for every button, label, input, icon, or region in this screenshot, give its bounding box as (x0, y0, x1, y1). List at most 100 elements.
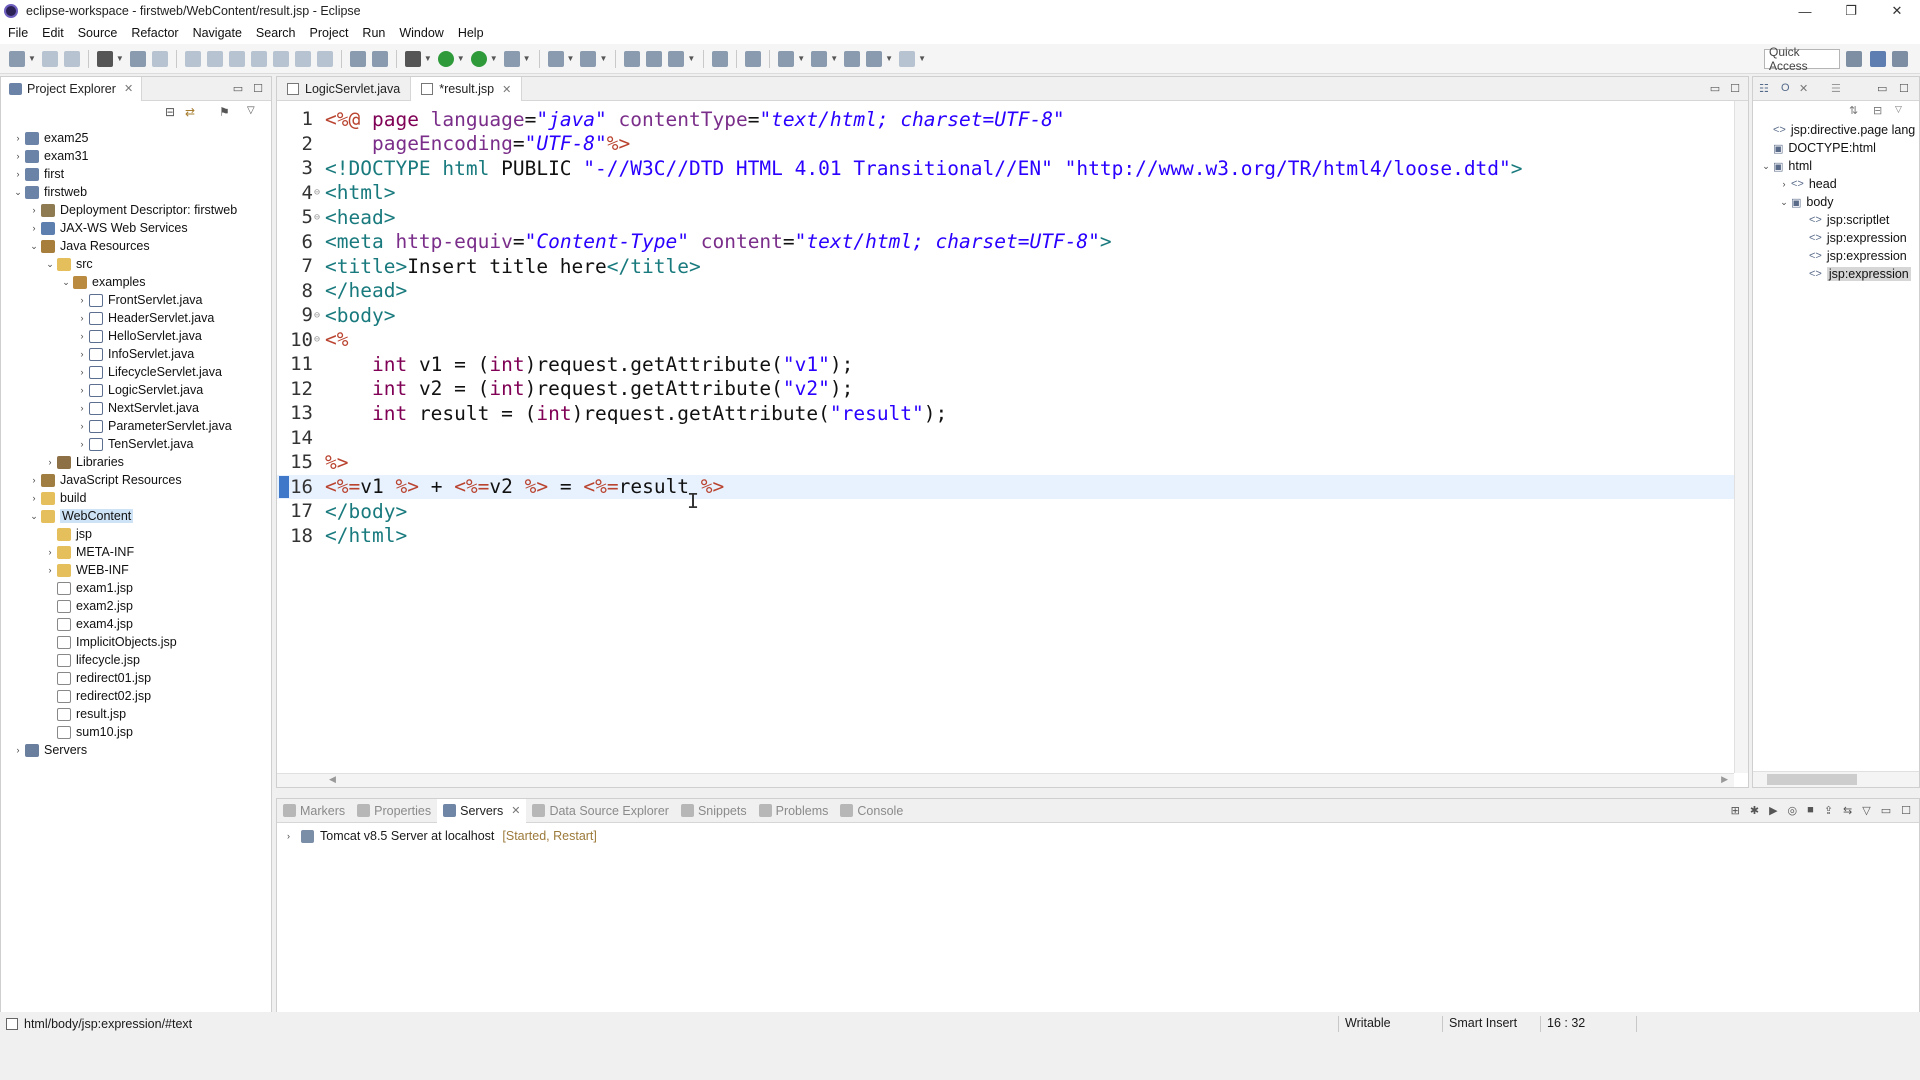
collapse-all-icon[interactable]: ⊟ (165, 105, 175, 119)
maximize-icon[interactable]: ☐ (1899, 82, 1909, 95)
tree-item[interactable]: exam2.jsp (1, 597, 271, 615)
toggle-mark-occurrences-icon[interactable] (745, 50, 762, 67)
fold-icon[interactable]: ⊖ (313, 310, 321, 321)
chevron-down-icon[interactable]: ⌄ (59, 277, 73, 288)
scrollbar-thumb[interactable] (1767, 774, 1857, 785)
coverage-icon[interactable] (503, 50, 520, 67)
resume-icon[interactable] (184, 50, 201, 67)
chevron-down-icon[interactable]: ⌄ (27, 511, 41, 522)
open-task-icon[interactable] (646, 50, 663, 67)
tree-item[interactable]: › FrontServlet.java (1, 291, 271, 309)
outline-item[interactable]: <> jsp:directive.page lang (1753, 121, 1919, 139)
scroll-left-icon[interactable]: ◀ (329, 774, 336, 785)
new-server-icon[interactable] (547, 50, 564, 67)
menu-navigate[interactable]: Navigate (193, 26, 242, 40)
chevron-right-icon[interactable]: › (11, 745, 25, 755)
chevron-right-icon[interactable]: › (43, 547, 57, 557)
filter-icon[interactable]: ⚑ (219, 105, 230, 119)
code-line[interactable]: 6 <meta http-equiv="Content-Type" content… (277, 230, 1734, 254)
tab-markers[interactable]: Markers (277, 799, 351, 823)
view-menu-icon[interactable]: ▽ (247, 105, 255, 116)
minimize-icon[interactable]: ▭ (1881, 804, 1891, 817)
tab-result-jsp[interactable]: *result.jsp ✕ (411, 77, 523, 101)
server-row[interactable]: › Tomcat v8.5 Server at localhost [Start… (287, 829, 597, 843)
code-line[interactable]: 15 %> (277, 450, 1734, 474)
step-return-icon[interactable] (316, 50, 333, 67)
chevron-down-icon[interactable]: ▼ (797, 54, 805, 63)
chevron-right-icon[interactable]: › (43, 457, 57, 467)
tree-item[interactable]: ⌄ Java Resources (1, 237, 271, 255)
tree-item[interactable]: › NextServlet.java (1, 399, 271, 417)
code-line[interactable]: 12 int v2 = (int)request.getAttribute("v… (277, 377, 1734, 401)
tree-item[interactable]: › Servers (1, 741, 271, 759)
chevron-down-icon[interactable]: ▼ (567, 54, 575, 63)
new-server-icon[interactable]: ⊞ (1731, 804, 1740, 817)
outline-item[interactable]: <> jsp:scriptlet (1753, 211, 1919, 229)
view-menu-icon[interactable]: ▽ (1895, 104, 1902, 115)
profile-server-icon[interactable]: ◎ (1788, 804, 1798, 817)
disconnect-icon[interactable]: ⇆ (1843, 804, 1852, 817)
close-icon[interactable]: ✕ (124, 82, 133, 95)
chevron-down-icon[interactable]: ⌄ (11, 187, 25, 198)
tree-item[interactable]: › first (1, 165, 271, 183)
run-last-tool-icon[interactable] (470, 50, 487, 67)
editor-horizontal-scrollbar[interactable]: ◀ ▶ (277, 773, 1734, 787)
collapse-all-icon[interactable]: ⊟ (1873, 104, 1882, 117)
code-line[interactable]: 1 <%@ page language="java" contentType="t… (277, 107, 1734, 131)
tab-data-source-explorer[interactable]: Data Source Explorer (526, 799, 675, 823)
menu-file[interactable]: File (8, 26, 28, 40)
suspend-icon[interactable] (206, 50, 223, 67)
chevron-right-icon[interactable]: › (75, 349, 89, 359)
maximize-icon[interactable]: ☐ (1901, 804, 1911, 817)
tree-item[interactable]: › LogicServlet.java (1, 381, 271, 399)
minimize-button[interactable]: — (1782, 0, 1828, 22)
tree-item[interactable]: › JAX-WS Web Services (1, 219, 271, 237)
chevron-right-icon[interactable]: › (11, 133, 25, 143)
code-line[interactable]: 18 </html> (277, 524, 1734, 548)
tab-properties[interactable]: Properties (351, 799, 437, 823)
chevron-down-icon[interactable]: ⌄ (1759, 161, 1773, 172)
code-line[interactable]: 9 ⊖ <body> (277, 303, 1734, 327)
close-icon[interactable]: ✕ (502, 83, 511, 96)
terminal-icon[interactable] (129, 50, 146, 67)
code-line[interactable]: 17 </body> (277, 499, 1734, 523)
next-annotation-icon[interactable] (778, 50, 795, 67)
fold-icon[interactable]: ⊖ (313, 212, 321, 223)
tree-item[interactable]: ⌄ src (1, 255, 271, 273)
tab-console[interactable]: Console (834, 799, 909, 823)
code-line[interactable]: 8 </head> (277, 279, 1734, 303)
publish-icon[interactable]: ⇪ (1824, 804, 1833, 817)
terminate-icon[interactable] (228, 50, 245, 67)
code-editor[interactable]: 1 <%@ page language="java" contentType="t… (277, 101, 1734, 773)
chevron-down-icon[interactable]: ⌄ (27, 241, 41, 252)
open-console-icon[interactable] (349, 50, 366, 67)
tree-item[interactable]: ⌄ WebContent (1, 507, 271, 525)
fold-icon[interactable]: ⊖ (313, 334, 321, 345)
tree-item[interactable]: › build (1, 489, 271, 507)
chevron-right-icon[interactable]: › (11, 151, 25, 161)
tab-servers[interactable]: Servers ✕ (437, 798, 527, 823)
run-icon[interactable] (437, 50, 454, 67)
tree-item[interactable]: sum10.jsp (1, 723, 271, 741)
link-with-editor-icon[interactable]: ⇄ (185, 105, 195, 119)
outline-tab-icon[interactable]: O (1781, 82, 1790, 94)
tab-project-explorer[interactable]: Project Explorer ✕ (1, 76, 143, 101)
scroll-right-icon[interactable]: ▶ (1721, 774, 1728, 785)
minimize-icon[interactable]: ▭ (233, 82, 243, 95)
chevron-right-icon[interactable]: › (27, 475, 41, 485)
tree-item[interactable]: exam4.jsp (1, 615, 271, 633)
restore-button[interactable]: ❐ (1828, 0, 1874, 22)
tree-item[interactable]: redirect01.jsp (1, 669, 271, 687)
chevron-right-icon[interactable]: › (27, 223, 41, 233)
chevron-down-icon[interactable]: ⌄ (43, 259, 57, 270)
outline-item[interactable]: ⌄ ▣ body (1753, 193, 1919, 211)
menu-source[interactable]: Source (78, 26, 118, 40)
editor-vertical-scrollbar[interactable] (1734, 101, 1748, 773)
java-perspective-icon[interactable] (1892, 51, 1908, 67)
close-icon[interactable]: ✕ (1799, 82, 1808, 95)
chevron-right-icon[interactable]: › (287, 831, 301, 841)
tree-item[interactable]: › META-INF (1, 543, 271, 561)
tree-item[interactable]: lifecycle.jsp (1, 651, 271, 669)
code-line[interactable]: 10 ⊖ <% (277, 328, 1734, 352)
chevron-right-icon[interactable]: › (27, 493, 41, 503)
